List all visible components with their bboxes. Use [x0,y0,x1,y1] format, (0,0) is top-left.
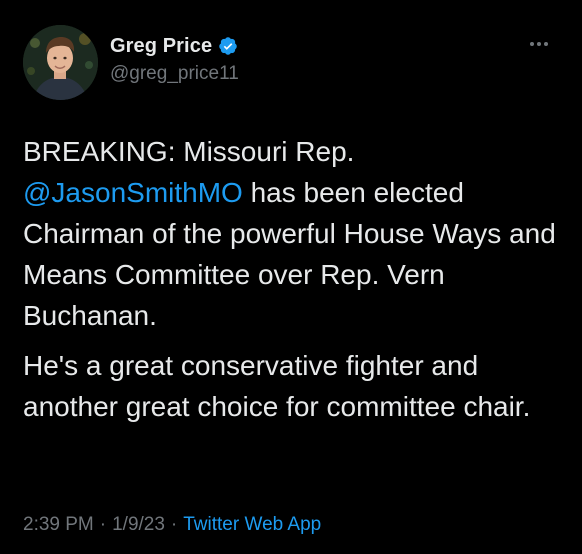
dot-icon [544,42,548,46]
tweet-text: BREAKING: Missouri Rep. @JasonSmithMO has… [23,131,563,427]
dot-icon [530,42,534,46]
tweet-time[interactable]: 2:39 PM [23,514,94,536]
tweet-source-link[interactable]: Twitter Web App [183,514,321,536]
tweet-paragraph-2: He's a great conservative fighter and an… [23,350,531,422]
avatar-image [23,25,98,100]
display-name[interactable]: Greg Price [110,35,212,58]
tweet-text-intro: BREAKING: Missouri Rep. [23,136,355,167]
tweet-paragraph-1: BREAKING: Missouri Rep. @JasonSmithMO has… [23,131,563,336]
meta-separator: · [99,514,107,535]
dot-icon [537,42,541,46]
more-horizontal-icon[interactable] [530,38,554,50]
author-row: Greg Price [110,33,238,59]
meta-separator: · [170,514,178,535]
verified-badge-icon [219,37,237,55]
tweet-card: Greg Price @greg_price11 BREAKING: Misso… [0,0,582,554]
avatar[interactable] [23,25,98,100]
author-handle[interactable]: @greg_price11 [110,63,239,85]
mention-link[interactable]: @JasonSmithMO [23,177,243,208]
tweet-meta: 2:39 PM · 1/9/23 · Twitter Web App [23,514,321,536]
tweet-date[interactable]: 1/9/23 [112,514,165,536]
